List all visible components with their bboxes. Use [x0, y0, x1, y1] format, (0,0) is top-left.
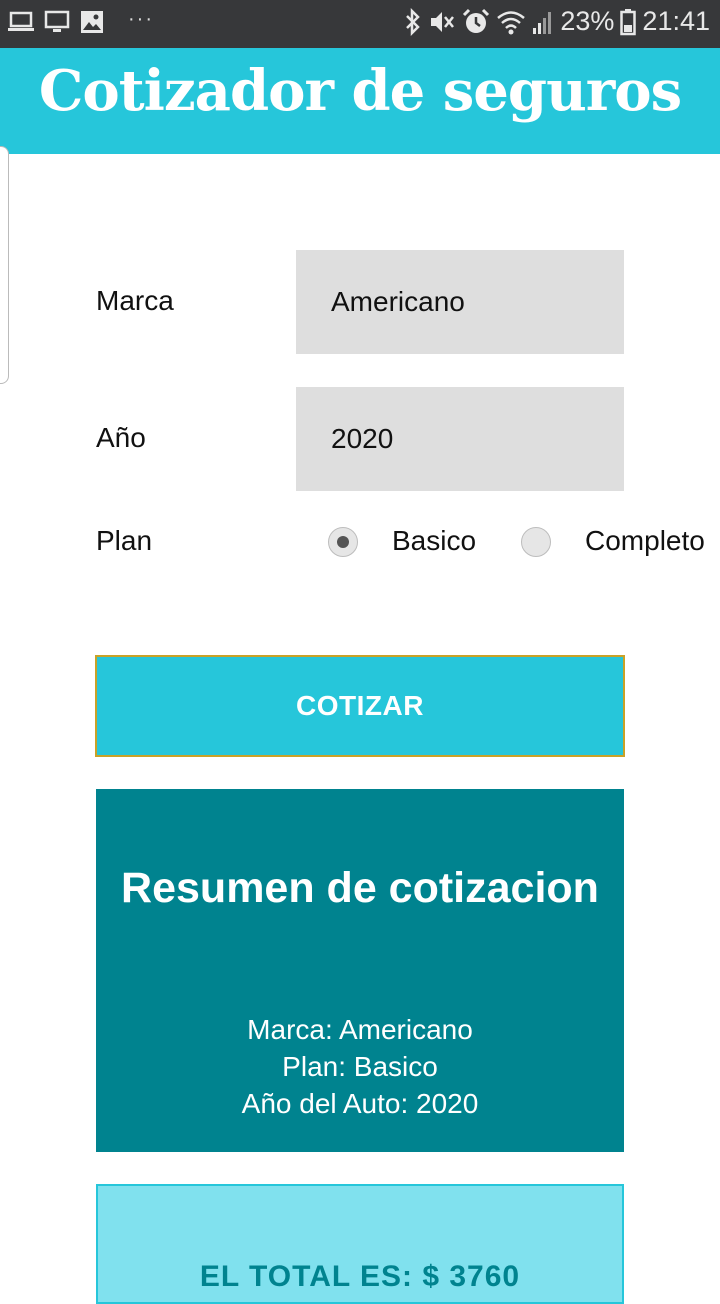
- alarm-icon: [463, 8, 490, 33]
- resumen-marca: Marca: Americano: [247, 1014, 473, 1045]
- monitor-icon: [44, 10, 70, 32]
- resumen-title: Resumen de cotizacion: [121, 864, 599, 912]
- marca-label: Marca: [96, 285, 174, 316]
- resumen-details: Marca: Americano Plan: Basico Año del Au…: [96, 1011, 624, 1122]
- bluetooth-icon: [406, 7, 421, 36]
- total-card: EL TOTAL ES: $ 3760: [96, 1184, 624, 1304]
- wifi-icon: [497, 10, 526, 34]
- status-more-dots: ···: [128, 7, 154, 30]
- marca-select[interactable]: Americano: [296, 250, 624, 354]
- battery-percent: 23%: [560, 6, 615, 36]
- plan-label: Plan: [96, 525, 153, 556]
- image-icon: [81, 11, 103, 33]
- side-drawer-handle[interactable]: [0, 146, 9, 384]
- anio-select[interactable]: 2020: [296, 387, 624, 491]
- mute-icon: [431, 11, 455, 32]
- resumen-anio: Año del Auto: 2020: [241, 1088, 479, 1119]
- app-header: Cotizador de seguros: [0, 48, 720, 154]
- signal-icon: [533, 11, 552, 34]
- plan-basico-label[interactable]: Basico: [392, 525, 476, 557]
- plan-completo-label[interactable]: Completo: [585, 525, 705, 557]
- cotizar-button[interactable]: COTIZAR: [95, 655, 625, 757]
- total-text: EL TOTAL ES: $ 3760: [199, 1260, 521, 1293]
- plan-completo-radio[interactable]: [521, 527, 551, 557]
- resumen-card: Resumen de cotizacion Marca: Americano P…: [96, 789, 624, 1152]
- laptop-icon: [8, 11, 34, 31]
- page-title: Cotizador de seguros: [38, 58, 682, 124]
- radio-selected-dot: [337, 536, 349, 548]
- clock: 21:41: [642, 6, 710, 36]
- status-right-icons: 23% 21:41: [404, 6, 710, 37]
- battery-icon: [620, 8, 637, 35]
- plan-basico-radio[interactable]: [328, 527, 358, 557]
- status-left-icons: ···: [8, 7, 154, 34]
- anio-label: Año: [96, 422, 146, 453]
- resumen-plan: Plan: Basico: [282, 1051, 438, 1082]
- status-bar: ··· 23% 21:41: [0, 0, 720, 48]
